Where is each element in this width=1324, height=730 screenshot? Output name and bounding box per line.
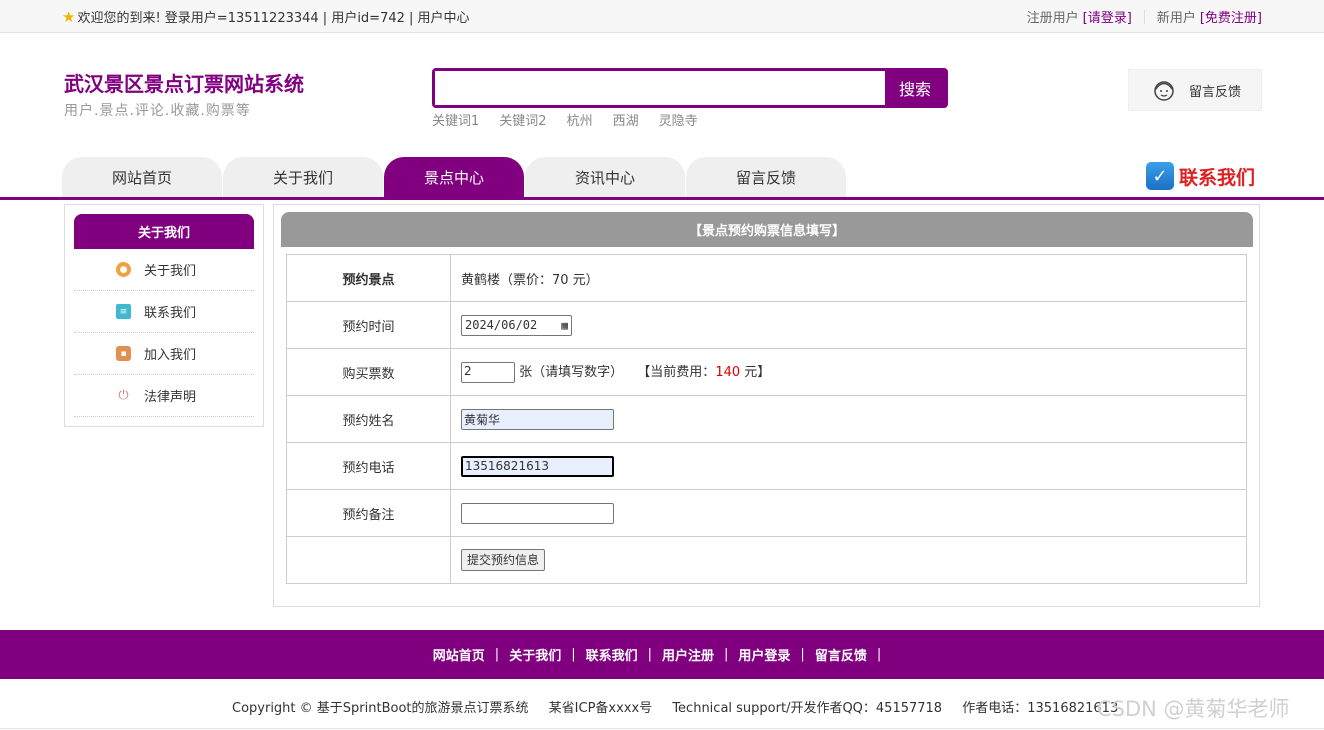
login-link[interactable]: [请登录] xyxy=(1083,7,1132,26)
date-value: 2024/06/02 xyxy=(465,318,538,332)
footer-link-feedback[interactable]: 留言反馈 xyxy=(815,645,867,664)
form-row-qty: 购买票数 2 张（请填写数字） 【当前费用：140 元】 xyxy=(286,348,1247,396)
name-label: 预约姓名 xyxy=(286,395,451,443)
main-nav: 网站首页 关于我们 景点中心 资讯中心 留言反馈 xyxy=(62,157,847,197)
account-links: 注册用户 [请登录] 新用户 [免费注册] xyxy=(1027,7,1262,26)
sidebar-item-label: 关于我们 xyxy=(144,264,197,279)
keyword-link[interactable]: 灵隐寺 xyxy=(659,110,698,129)
icp-text: 某省ICP备xxxx号 xyxy=(548,701,653,716)
top-bar: ★ 欢迎您的到来! 登录用户=13511223344 | 用户id=742 | … xyxy=(0,0,1324,33)
welcome-text: 欢迎您的到来! 登录用户=13511223344 | 用户id=742 | 用户… xyxy=(77,11,470,26)
keyword-link[interactable]: 杭州 xyxy=(567,110,593,129)
sidebar: 关于我们 ● 关于我们 ≡ 联系我们 ▪ 加入我们 ⏻ 法律声明 xyxy=(64,204,264,427)
tab-home[interactable]: 网站首页 xyxy=(62,157,222,197)
bottom-divider xyxy=(0,728,1324,729)
form-row-date: 预约时间 2024/06/02 ▦ xyxy=(286,301,1247,349)
phone-label: 预约电话 xyxy=(286,442,451,490)
site-subtitle: 用户.景点.评论.收藏.购票等 xyxy=(64,103,251,119)
sidebar-item-contact[interactable]: ≡ 联系我们 xyxy=(74,291,254,333)
footer-nav: 网站首页 | 关于我们 | 联系我们 | 用户注册 | 用户登录 | 留言反馈 | xyxy=(0,630,1324,679)
date-picker[interactable]: 2024/06/02 ▦ xyxy=(461,314,572,336)
brand: 武汉景区景点订票网站系统 用户.景点.评论.收藏.购票等 xyxy=(64,68,304,120)
tab-about[interactable]: 关于我们 xyxy=(223,157,383,197)
search-input[interactable] xyxy=(435,71,885,105)
keyword-link[interactable]: 西湖 xyxy=(613,110,639,129)
power-icon: ⏻ xyxy=(116,388,131,403)
footer-link-about[interactable]: 关于我们 xyxy=(509,645,561,664)
orange-circle-icon: ● xyxy=(116,262,131,277)
tab-feedback[interactable]: 留言反馈 xyxy=(686,157,846,197)
date-label: 预约时间 xyxy=(286,301,451,349)
author-phone-text: 作者电话：13516821613 xyxy=(962,701,1119,716)
form-row-phone: 预约电话 13516821613 xyxy=(286,442,1247,490)
sidebar-item-about[interactable]: ● 关于我们 xyxy=(74,249,254,291)
clipboard-icon: ≡ xyxy=(116,304,131,319)
support-text: Technical support/开发作者QQ：45157718 xyxy=(672,701,943,716)
tab-attractions[interactable]: 景点中心 xyxy=(384,157,524,197)
fee-value: 140 xyxy=(715,365,741,380)
hot-keywords: 关键词1 关键词2 杭州 西湖 灵隐寺 xyxy=(432,110,698,129)
note-input[interactable] xyxy=(461,502,614,524)
copyright-text: Copyright © 基于SprintBoot的旅游景点订票系统 xyxy=(232,701,529,716)
nav-underline xyxy=(0,197,1324,200)
footer-link-login[interactable]: 用户登录 xyxy=(738,645,790,664)
sidebar-list: ● 关于我们 ≡ 联系我们 ▪ 加入我们 ⏻ 法律声明 xyxy=(74,249,254,417)
fee-suffix: 元】 xyxy=(740,365,771,380)
keyword-link[interactable]: 关键词2 xyxy=(499,110,546,129)
sidebar-title: 关于我们 xyxy=(74,214,254,249)
tab-news[interactable]: 资讯中心 xyxy=(525,157,685,197)
sidebar-item-label: 联系我们 xyxy=(144,306,197,321)
new-user-label: 新用户 xyxy=(1156,11,1196,26)
footer-link-register[interactable]: 用户注册 xyxy=(662,645,714,664)
submit-button[interactable]: 提交预约信息 xyxy=(461,549,546,571)
form-row-note: 预约备注 xyxy=(286,489,1247,537)
contact-us-label: 联系我们 xyxy=(1179,166,1256,189)
contact-us-link[interactable]: ✓ 联系我们 xyxy=(1146,162,1255,190)
customer-service-icon xyxy=(1154,81,1174,101)
search-button[interactable]: 搜索 xyxy=(885,71,945,105)
feedback-button[interactable]: 留言反馈 xyxy=(1128,69,1262,111)
phone-input[interactable]: 13516821613 xyxy=(461,455,614,477)
keyword-link[interactable]: 关键词1 xyxy=(432,110,479,129)
feedback-label: 留言反馈 xyxy=(1189,84,1242,100)
lock-icon: ▪ xyxy=(116,346,131,361)
registered-user-label: 注册用户 xyxy=(1026,11,1079,26)
booking-panel: 【景点预约购票信息填写】 预约景点 黄鹤楼（票价：70 元） 预约时间 2024… xyxy=(273,204,1260,607)
welcome-area: ★ 欢迎您的到来! 登录用户=13511223344 | 用户id=742 | … xyxy=(62,7,470,27)
register-link[interactable]: [免费注册] xyxy=(1200,7,1262,26)
qty-hint: 张（请填写数字） xyxy=(519,365,624,380)
site-title: 武汉景区景点订票网站系统 xyxy=(64,72,304,96)
sidebar-item-label: 法律声明 xyxy=(144,390,197,405)
checkmark-icon: ✓ xyxy=(1146,162,1174,190)
empty-cell xyxy=(286,536,451,584)
search-bar: 搜索 xyxy=(432,68,948,108)
sidebar-item-join[interactable]: ▪ 加入我们 xyxy=(74,333,254,375)
sidebar-item-label: 加入我们 xyxy=(144,348,197,363)
star-icon: ★ xyxy=(62,7,76,26)
note-label: 预约备注 xyxy=(286,489,451,537)
footer-link-home[interactable]: 网站首页 xyxy=(433,645,485,664)
booking-form-title: 【景点预约购票信息填写】 xyxy=(281,212,1253,247)
spot-value: 黄鹤楼（票价：70 元） xyxy=(450,254,1247,302)
divider xyxy=(1143,9,1145,24)
form-row-name: 预约姓名 黄菊华 xyxy=(286,395,1247,443)
copyright-line: Copyright © 基于SprintBoot的旅游景点订票系统 某省ICP备… xyxy=(232,697,1134,716)
qty-label: 购买票数 xyxy=(286,348,451,396)
sidebar-item-legal[interactable]: ⏻ 法律声明 xyxy=(74,375,254,417)
form-row-spot: 预约景点 黄鹤楼（票价：70 元） xyxy=(286,254,1247,302)
form-row-submit: 提交预约信息 xyxy=(286,536,1247,584)
fee-prefix: 【当前费用： xyxy=(637,365,716,380)
csdn-watermark: CSDN @黄菊华老师 xyxy=(1097,697,1290,721)
booking-form: 预约景点 黄鹤楼（票价：70 元） 预约时间 2024/06/02 ▦ 购买票数… xyxy=(286,254,1247,584)
footer-link-contact[interactable]: 联系我们 xyxy=(586,645,638,664)
name-input[interactable]: 黄菊华 xyxy=(461,408,614,430)
calendar-icon[interactable]: ▦ xyxy=(561,319,568,332)
qty-input[interactable]: 2 xyxy=(461,362,515,383)
spot-label: 预约景点 xyxy=(286,254,451,302)
